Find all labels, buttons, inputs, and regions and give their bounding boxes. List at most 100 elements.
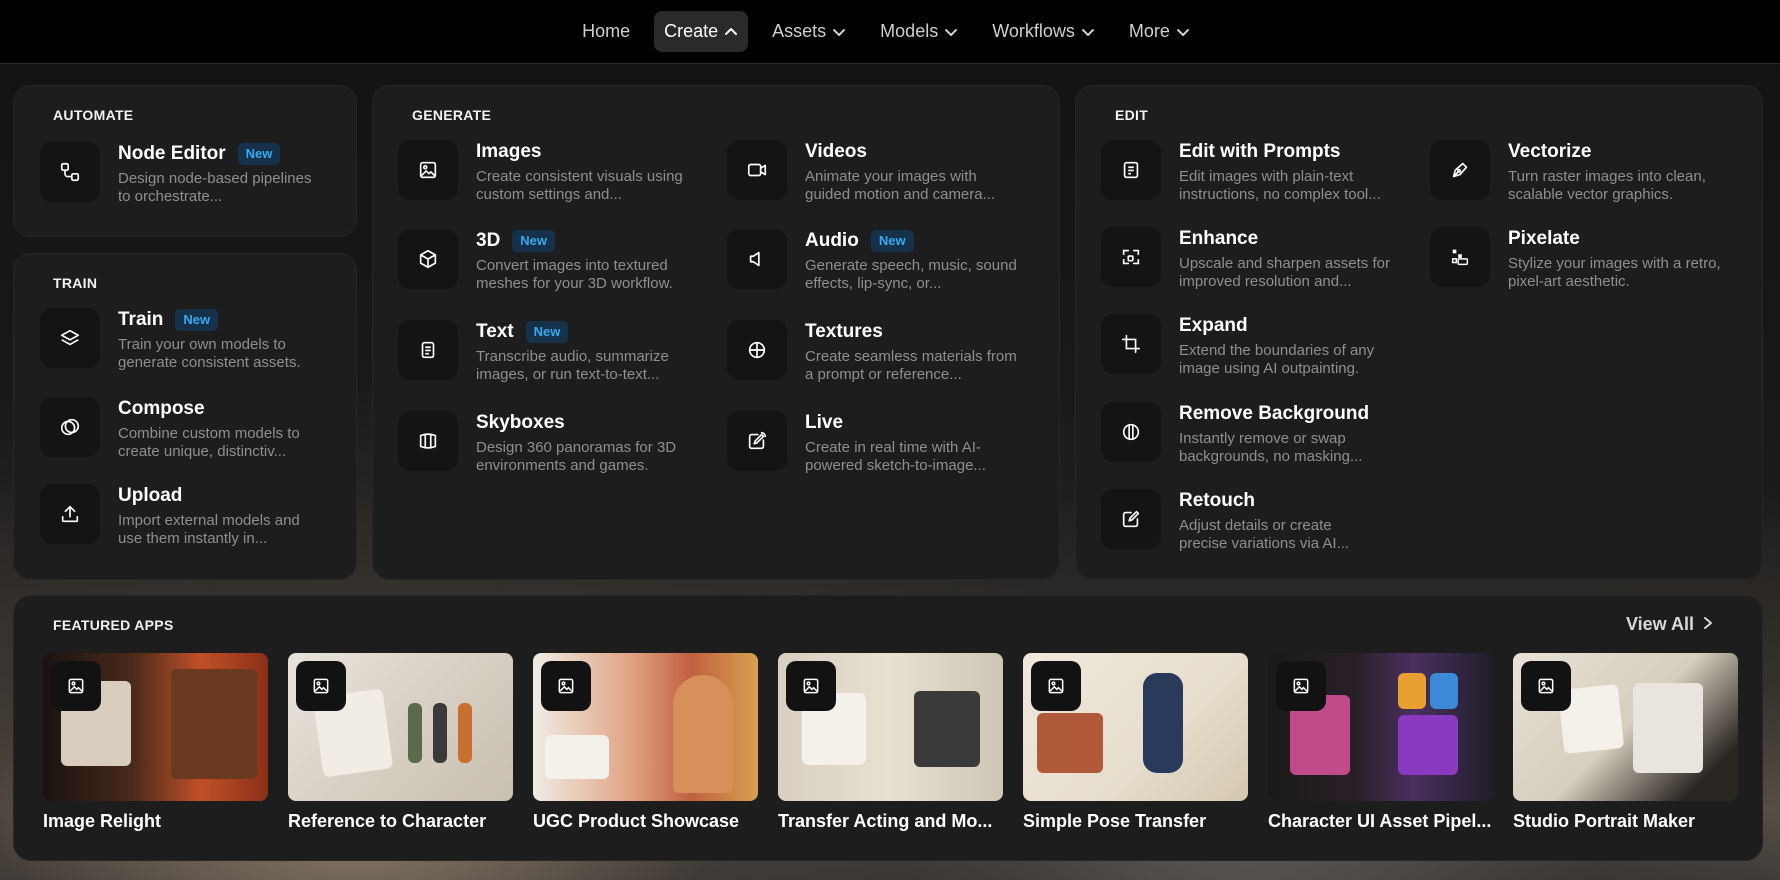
- app-card-studio-portrait-maker[interactable]: Studio Portrait Maker: [1513, 653, 1738, 832]
- app-thumbnail: [533, 653, 758, 801]
- menu-item-edit-with-prompts[interactable]: Edit with Prompts Edit images with plain…: [1101, 140, 1411, 204]
- nav-home-label: Home: [582, 21, 631, 41]
- speaker-icon: [727, 229, 787, 289]
- app-title: Character UI Asset Pipel...: [1268, 811, 1492, 831]
- chevron-down-icon: [1081, 25, 1095, 39]
- menu-item-description: Instantly remove or swap backgrounds, no…: [1179, 430, 1363, 465]
- app-thumbnail: [778, 653, 1003, 801]
- menu-item-description: Train your own models to generate consis…: [118, 336, 301, 371]
- menu-item-title: Remove Background: [1179, 403, 1370, 424]
- menu-item-description: Transcribe audio, summarize images, or r…: [476, 348, 669, 383]
- menu-item-textures[interactable]: Textures Create seamless materials from …: [727, 320, 1037, 384]
- segmented-circle-icon: [1101, 402, 1161, 462]
- menu-item-description: Turn raster images into clean, scalable …: [1508, 168, 1706, 203]
- menu-item-description: Combine custom models to create unique, …: [118, 425, 300, 460]
- menu-item-title: Enhance: [1179, 228, 1259, 249]
- menu-item-title: Pixelate: [1508, 228, 1580, 249]
- document-icon: [398, 320, 458, 380]
- overlap-circles-icon: [40, 397, 100, 457]
- nav-models[interactable]: Models: [870, 11, 968, 52]
- menu-item-remove-background[interactable]: Remove Background Instantly remove or sw…: [1101, 402, 1411, 466]
- nav-create[interactable]: Create: [654, 11, 749, 52]
- menu-item-title: Videos: [805, 141, 867, 162]
- new-badge: New: [525, 321, 569, 343]
- menu-item-description: Adjust details or create precise variati…: [1179, 517, 1350, 552]
- edit-section-title: EDIT: [1115, 107, 1149, 123]
- nav-workflows[interactable]: Workflows: [982, 11, 1105, 52]
- image-icon: [51, 661, 101, 711]
- menu-item-title: Retouch: [1179, 490, 1255, 511]
- menu-item-title: Textures: [805, 321, 883, 342]
- menu-item-3d[interactable]: 3D New Convert images into textured meshe…: [398, 229, 708, 293]
- menu-item-enhance[interactable]: Enhance Upscale and sharpen assets for i…: [1101, 227, 1411, 291]
- top-navigation: Home Create Assets Models Workflows More: [0, 0, 1780, 64]
- menu-item-upload[interactable]: Upload Import external models and use th…: [40, 484, 340, 548]
- pixel-image-icon: [1430, 227, 1490, 287]
- menu-item-pixelate[interactable]: Pixelate Stylize your images with a retr…: [1430, 227, 1740, 291]
- nav-assets[interactable]: Assets: [762, 11, 856, 52]
- skybox-icon: [398, 411, 458, 471]
- new-badge: New: [175, 309, 219, 331]
- menu-item-live[interactable]: Live Create in real time with AI-powered…: [727, 411, 1037, 475]
- menu-item-description: Generate speech, music, sound effects, l…: [805, 257, 1017, 292]
- app-card-simple-pose-transfer[interactable]: Simple Pose Transfer: [1023, 653, 1248, 832]
- app-thumbnail: [1023, 653, 1248, 801]
- prompt-doc-icon: [1101, 140, 1161, 200]
- nav-assets-label: Assets: [772, 21, 827, 41]
- menu-item-expand[interactable]: Expand Extend the boundaries of any imag…: [1101, 314, 1411, 378]
- featured-apps-panel: FEATURED APPS View All Image Relight Ref…: [13, 595, 1763, 861]
- menu-item-title: Node Editor: [118, 143, 226, 164]
- menu-item-description: Animate your images with guided motion a…: [805, 168, 996, 203]
- menu-item-vectorize[interactable]: Vectorize Turn raster images into clean,…: [1430, 140, 1740, 204]
- menu-item-title: Text: [476, 321, 514, 342]
- menu-item-title: Expand: [1179, 315, 1248, 336]
- pencil-square-icon: [1101, 489, 1161, 549]
- menu-item-title: Train: [118, 309, 164, 330]
- menu-item-retouch[interactable]: Retouch Adjust details or create precise…: [1101, 489, 1411, 553]
- view-all-link[interactable]: View All: [1626, 614, 1714, 635]
- menu-item-train[interactable]: Train New Train your own models to gener…: [40, 308, 340, 372]
- cube-icon: [398, 229, 458, 289]
- menu-item-compose[interactable]: Compose Combine custom models to create …: [40, 397, 340, 461]
- image-icon: [296, 661, 346, 711]
- menu-item-images[interactable]: Images Create consistent visuals using c…: [398, 140, 708, 204]
- menu-item-skyboxes[interactable]: Skyboxes Design 360 panoramas for 3D env…: [398, 411, 708, 475]
- menu-item-description: Extend the boundaries of any image using…: [1179, 342, 1375, 377]
- train-section-title: TRAIN: [53, 275, 98, 291]
- app-card-ugc-product-showcase[interactable]: UGC Product Showcase: [533, 653, 758, 832]
- menu-item-description: Create consistent visuals using custom s…: [476, 168, 683, 203]
- app-card-image-relight[interactable]: Image Relight: [43, 653, 268, 832]
- nav-more[interactable]: More: [1119, 11, 1200, 52]
- new-badge: New: [870, 230, 914, 252]
- app-card-character-ui-asset-pipeline[interactable]: Character UI Asset Pipel...: [1268, 653, 1493, 832]
- pen-nib-icon: [1430, 140, 1490, 200]
- menu-item-videos[interactable]: Videos Animate your images with guided m…: [727, 140, 1037, 204]
- menu-item-audio[interactable]: Audio New Generate speech, music, sound e…: [727, 229, 1037, 293]
- app-thumbnail: [43, 653, 268, 801]
- menu-item-title: Skyboxes: [476, 412, 565, 433]
- menu-item-node-editor[interactable]: Node Editor New Design node-based pipeli…: [40, 142, 340, 206]
- view-all-label: View All: [1625, 614, 1694, 634]
- menu-item-description: Edit images with plain-text instructions…: [1179, 168, 1381, 203]
- app-thumbnail: [288, 653, 513, 801]
- new-badge: New: [237, 143, 281, 165]
- menu-item-description: Design 360 panoramas for 3D environments…: [476, 439, 677, 474]
- menu-item-title: Live: [805, 412, 844, 433]
- nav-create-label: Create: [664, 21, 719, 41]
- crop-expand-icon: [1101, 314, 1161, 374]
- image-icon: [541, 661, 591, 711]
- app-title: Reference to Character: [288, 811, 487, 831]
- app-title: Studio Portrait Maker: [1513, 811, 1696, 831]
- nav-models-label: Models: [880, 21, 939, 41]
- image-icon: [1521, 661, 1571, 711]
- video-camera-icon: [727, 140, 787, 200]
- app-title: Image Relight: [43, 811, 162, 831]
- image-icon: [786, 661, 836, 711]
- app-card-reference-to-character[interactable]: Reference to Character: [288, 653, 513, 832]
- enhance-frame-icon: [1101, 227, 1161, 287]
- menu-item-text[interactable]: Text New Transcribe audio, summarize imag…: [398, 320, 708, 384]
- app-card-transfer-acting[interactable]: Transfer Acting and Mo...: [778, 653, 1003, 832]
- new-badge: New: [512, 230, 556, 252]
- nav-home[interactable]: Home: [572, 11, 640, 52]
- menu-item-description: Import external models and use them inst…: [118, 512, 300, 547]
